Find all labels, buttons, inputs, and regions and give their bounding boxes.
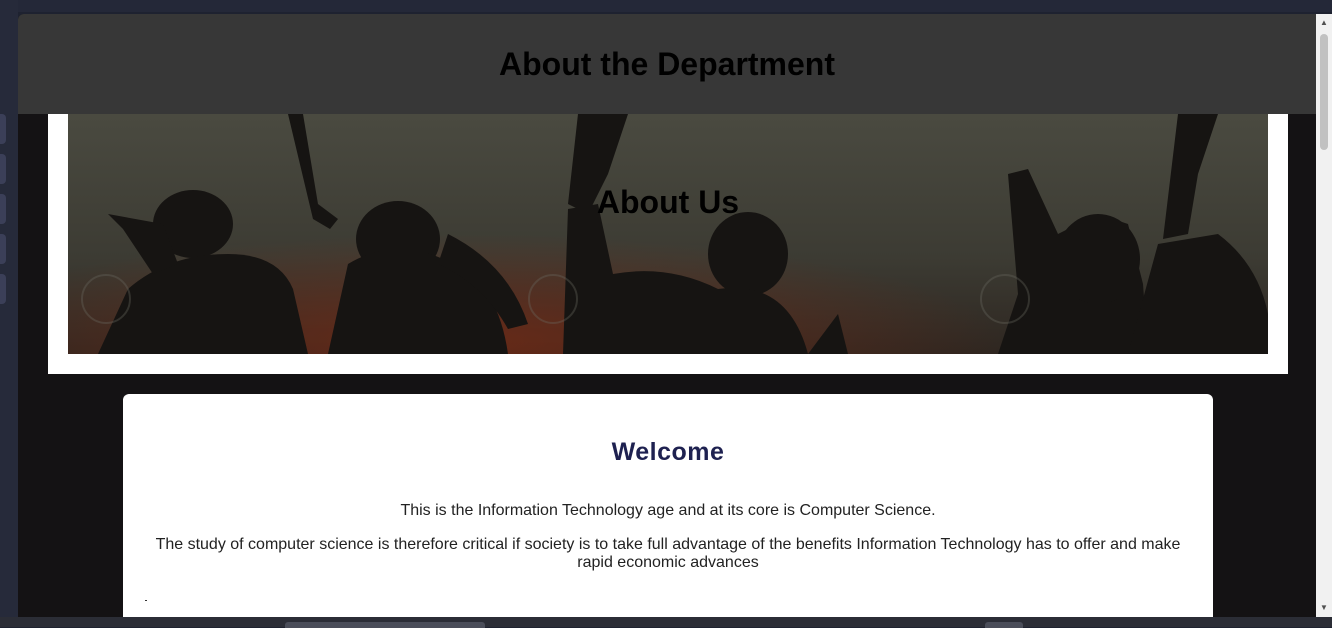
welcome-card: Welcome This is the Information Technolo… [123, 394, 1213, 617]
scroll-up-icon[interactable]: ▲ [1316, 16, 1332, 30]
os-taskbar [0, 617, 1332, 628]
scroll-down-icon[interactable]: ▼ [1316, 601, 1332, 615]
welcome-paragraph: This is the Information Technology age a… [400, 502, 936, 519]
dock-item[interactable] [0, 154, 6, 184]
dock-item[interactable] [0, 274, 6, 304]
scrollbar-thumb[interactable] [1320, 34, 1328, 150]
taskbar-item[interactable] [985, 622, 1023, 628]
text-fragment [145, 600, 147, 601]
dock-item[interactable] [0, 114, 6, 144]
taskbar-item[interactable] [285, 622, 485, 628]
browser-viewport: About the Department About Us Welcome Th… [18, 14, 1332, 617]
hero-image [68, 114, 1268, 354]
page-title: About the Department [499, 45, 835, 82]
dock-item[interactable] [0, 234, 6, 264]
welcome-paragraph: The study of computer science is therefo… [155, 536, 1181, 571]
vertical-scrollbar[interactable]: ▲ ▼ [1316, 14, 1332, 617]
os-dock [0, 0, 18, 627]
hero-banner: About Us [68, 114, 1268, 354]
welcome-heading: Welcome [611, 438, 725, 466]
os-top-bar [0, 0, 1332, 12]
dock-item[interactable] [0, 194, 6, 224]
page-header: About the Department [18, 14, 1316, 114]
hero-title: About Us [596, 184, 740, 220]
hero-frame: About Us [48, 114, 1288, 374]
